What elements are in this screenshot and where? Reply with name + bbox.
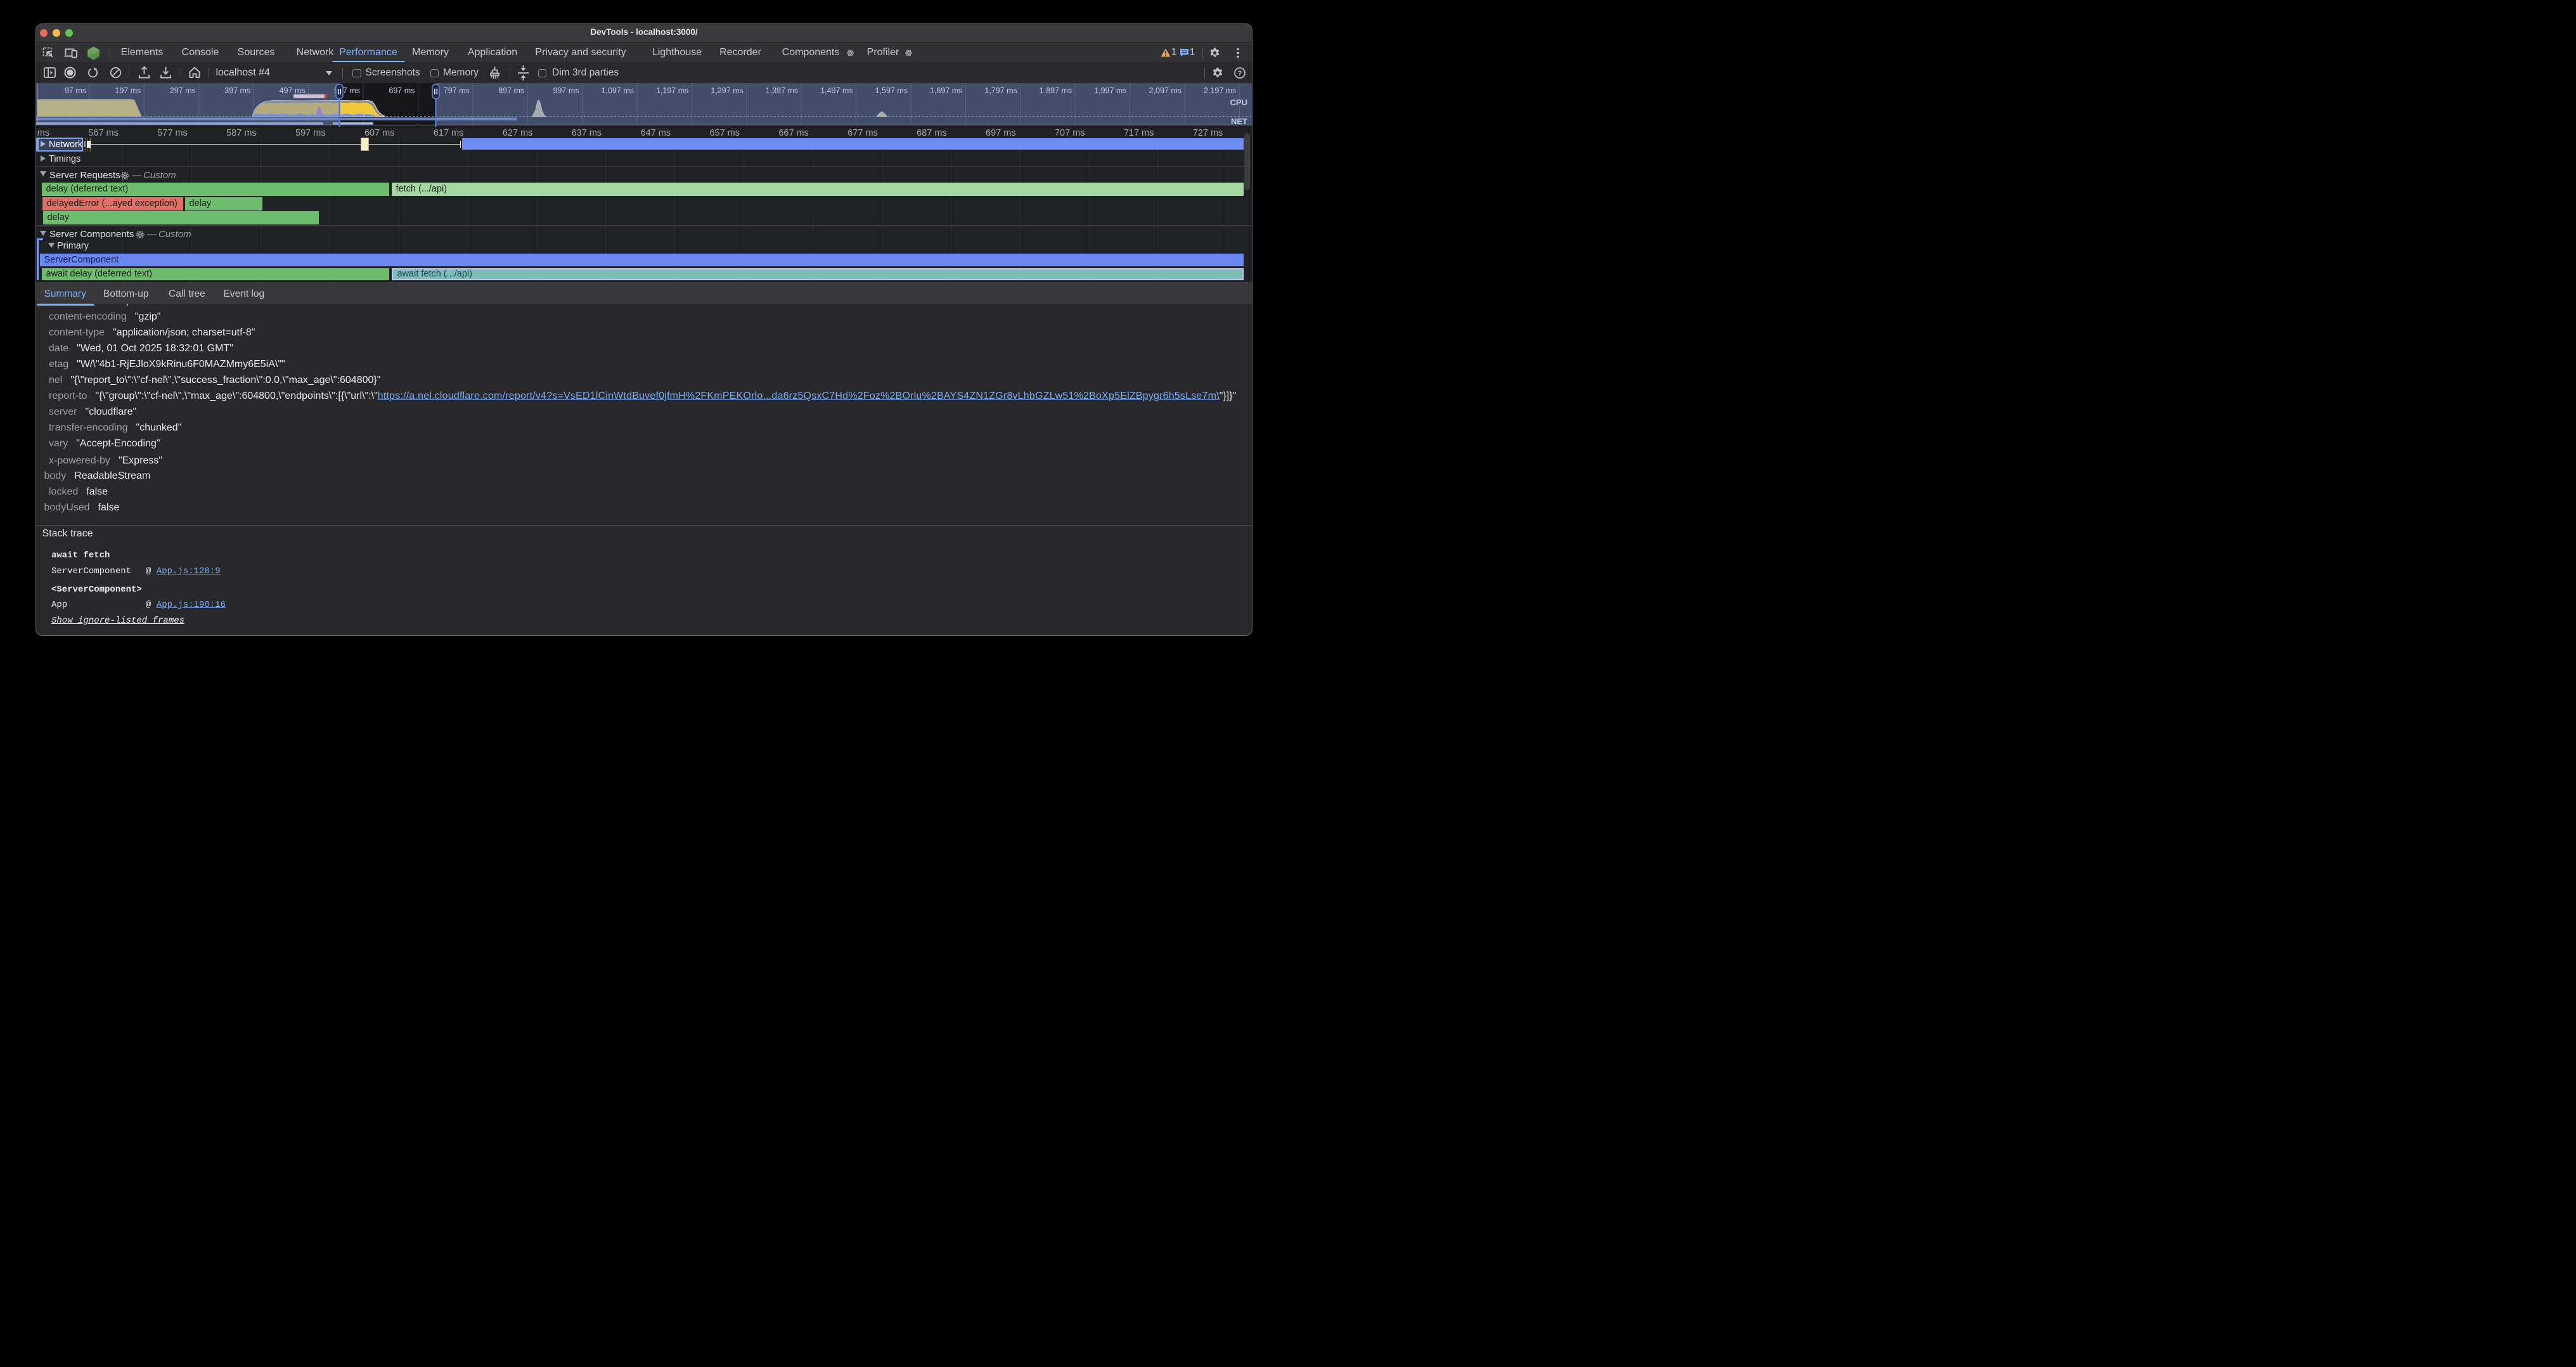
svg-text:NET: NET — [1231, 117, 1247, 126]
svg-text:697 ms: 697 ms — [389, 86, 415, 95]
svg-text:1,097 ms: 1,097 ms — [602, 86, 634, 95]
svg-text:CPU: CPU — [1230, 98, 1247, 107]
svg-text:1,897 ms: 1,897 ms — [1040, 86, 1072, 95]
svg-text:897 ms: 897 ms — [498, 86, 524, 95]
svg-text:997 ms: 997 ms — [553, 86, 579, 95]
svg-text:1,697 ms: 1,697 ms — [930, 86, 962, 95]
svg-text:1,297 ms: 1,297 ms — [711, 86, 743, 95]
svg-text:?: ? — [1238, 70, 1242, 77]
svg-text:397 ms: 397 ms — [224, 86, 250, 95]
svg-text:197 ms: 197 ms — [115, 86, 141, 95]
svg-text:1,197 ms: 1,197 ms — [656, 86, 688, 95]
svg-text:497 ms: 497 ms — [280, 86, 306, 95]
svg-text:1,997 ms: 1,997 ms — [1094, 86, 1126, 95]
svg-text:1,397 ms: 1,397 ms — [766, 86, 798, 95]
svg-text:1,497 ms: 1,497 ms — [820, 86, 853, 95]
svg-text:2,197 ms: 2,197 ms — [1204, 86, 1236, 95]
svg-text:97 ms: 97 ms — [65, 86, 86, 95]
svg-text:297 ms: 297 ms — [170, 86, 196, 95]
svg-text:1,797 ms: 1,797 ms — [984, 86, 1017, 95]
svg-text:1,597 ms: 1,597 ms — [875, 86, 908, 95]
svg-text:797 ms: 797 ms — [444, 86, 470, 95]
svg-text:2,097 ms: 2,097 ms — [1149, 86, 1182, 95]
